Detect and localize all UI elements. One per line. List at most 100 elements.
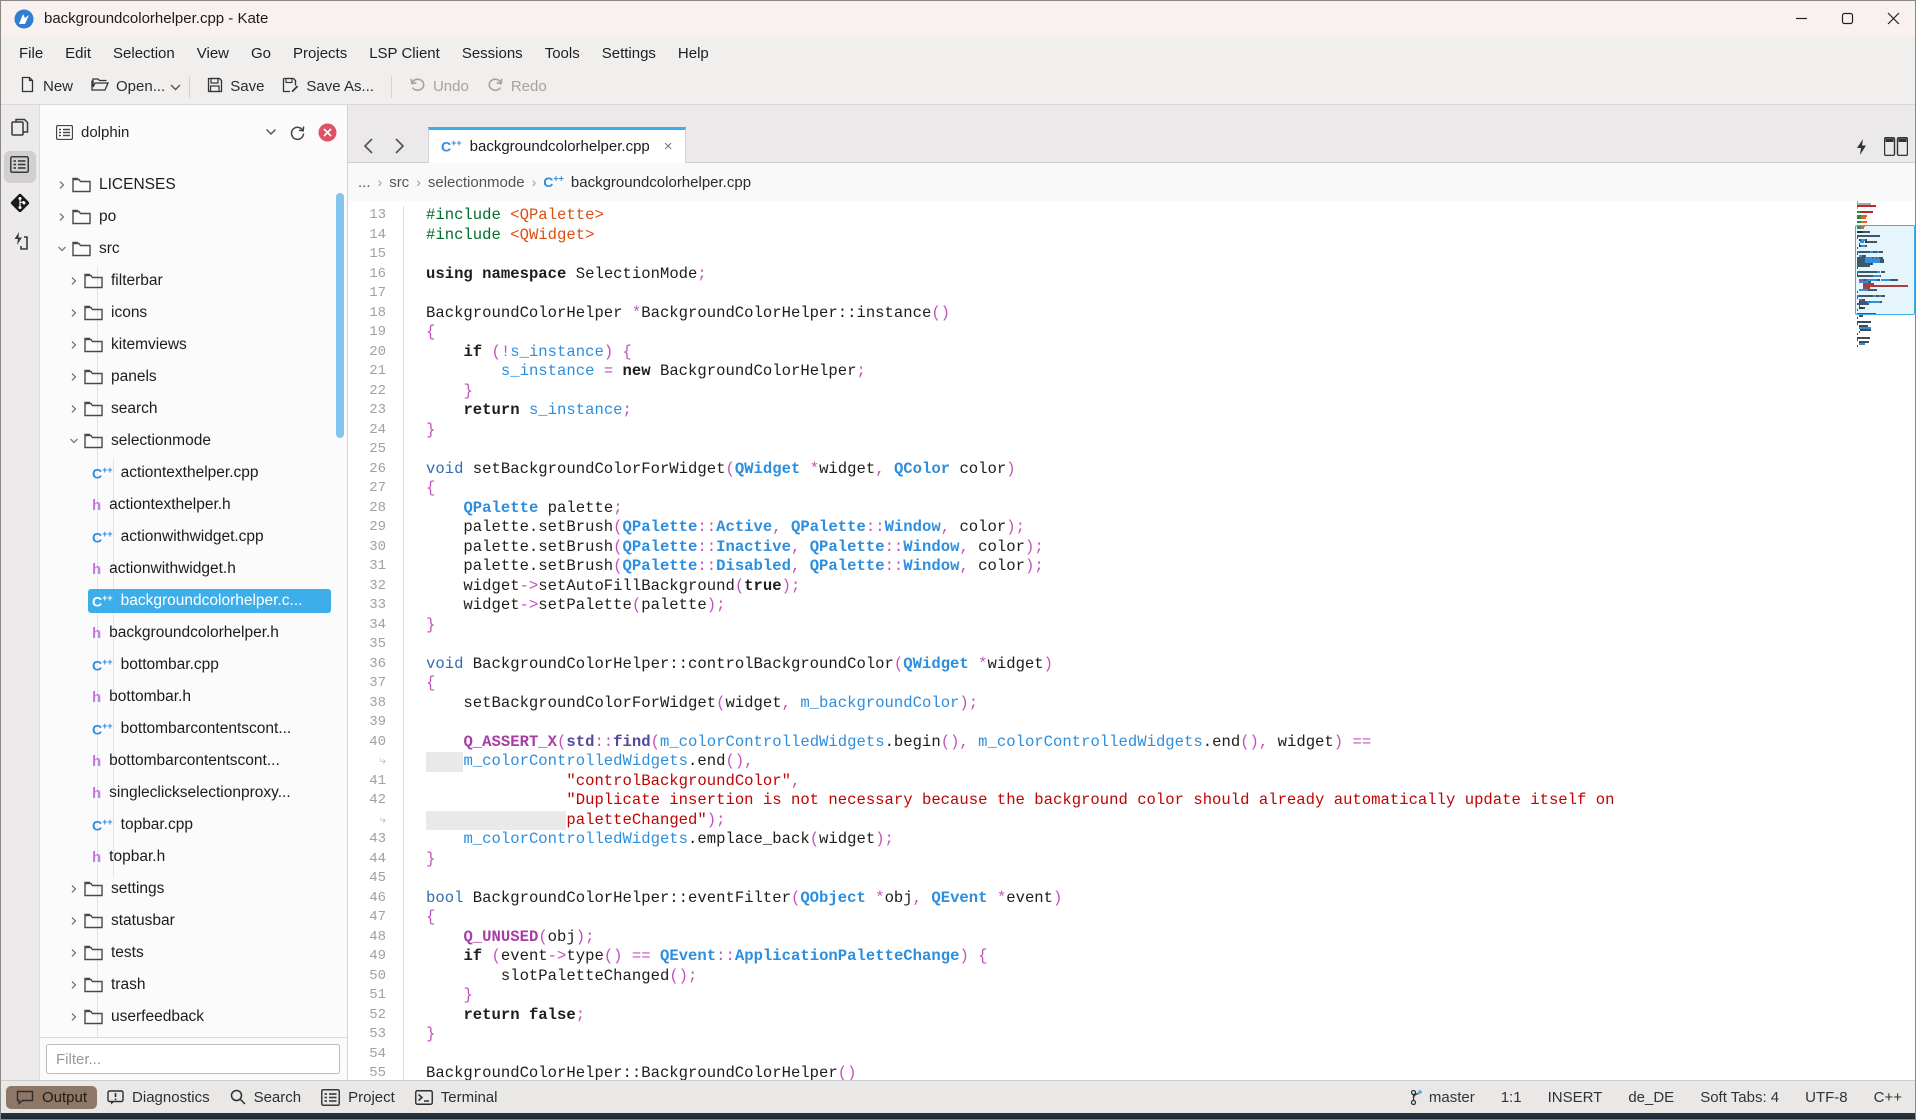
- close-button[interactable]: [1870, 0, 1916, 37]
- chevron-collapsed-icon[interactable]: [66, 980, 82, 990]
- menu-go[interactable]: Go: [240, 41, 282, 66]
- code-line[interactable]: 40 Q_ASSERT_X(std::find(m_colorControlle…: [348, 733, 1848, 753]
- breadcrumb-item[interactable]: src: [389, 174, 409, 191]
- code-line[interactable]: 38 setBackgroundColorForWidget(widget, m…: [348, 694, 1848, 714]
- menu-selection[interactable]: Selection: [102, 41, 186, 66]
- code-line[interactable]: 44}: [348, 850, 1848, 870]
- code-line[interactable]: ⤷m_colorControlledWidgets.end(),: [348, 752, 1848, 772]
- split-view-icon[interactable]: [1884, 137, 1908, 156]
- toolview-output-button[interactable]: Output: [6, 1086, 97, 1109]
- code-line[interactable]: 47{: [348, 908, 1848, 928]
- minimap-scrollbar[interactable]: [1857, 201, 1915, 347]
- code-line[interactable]: ⤷paletteChanged");: [348, 811, 1848, 831]
- code-line[interactable]: 54: [348, 1045, 1848, 1065]
- tree-item-actionwithwidget-h[interactable]: hactionwithwidget.h: [40, 553, 347, 585]
- dock-symbols-icon[interactable]: [4, 227, 36, 259]
- open-button[interactable]: Open...: [82, 72, 174, 101]
- code-line[interactable]: 23 return s_instance;: [348, 401, 1848, 421]
- nav-back-icon[interactable]: [356, 134, 384, 158]
- code-line[interactable]: 35: [348, 635, 1848, 655]
- close-panel-icon[interactable]: [318, 123, 337, 142]
- code-line[interactable]: 25: [348, 440, 1848, 460]
- menu-view[interactable]: View: [186, 41, 240, 66]
- tree-item-icons[interactable]: icons: [40, 297, 347, 329]
- code-line[interactable]: 39: [348, 713, 1848, 733]
- toolview-diagnostics-button[interactable]: Diagnostics: [97, 1086, 220, 1109]
- code-line[interactable]: 51 }: [348, 986, 1848, 1006]
- tree-item-actiontexthelper-cpp[interactable]: C++actiontexthelper.cpp: [40, 457, 347, 489]
- tree-item-actiontexthelper-h[interactable]: hactiontexthelper.h: [40, 489, 347, 521]
- code-line[interactable]: 27{: [348, 479, 1848, 499]
- menu-help[interactable]: Help: [667, 41, 720, 66]
- code-line[interactable]: 42 "Duplicate insertion is not necessary…: [348, 791, 1848, 811]
- dock-git-icon[interactable]: [4, 189, 36, 221]
- tree-item-settings[interactable]: settings: [40, 873, 347, 905]
- tree-item-bottombar-cpp[interactable]: C++bottombar.cpp: [40, 649, 347, 681]
- chevron-collapsed-icon[interactable]: [54, 212, 70, 222]
- tree-item-backgroundcolorhelper-c---[interactable]: C++backgroundcolorhelper.c...: [40, 585, 347, 617]
- code-line[interactable]: 14#include <QWidget>: [348, 226, 1848, 246]
- tree-item-bottombarcontentscont---[interactable]: hbottombarcontentscont...: [40, 745, 347, 777]
- menu-lsp-client[interactable]: LSP Client: [358, 41, 451, 66]
- tree-item-statusbar[interactable]: statusbar: [40, 905, 347, 937]
- tab-close-icon[interactable]: ×: [664, 138, 673, 155]
- tree-item-filterbar[interactable]: filterbar: [40, 265, 347, 297]
- filter-input[interactable]: [46, 1044, 340, 1074]
- tree-item-panels[interactable]: panels: [40, 361, 347, 393]
- chevron-collapsed-icon[interactable]: [54, 180, 70, 190]
- tree-item-backgroundcolorhelper-h[interactable]: hbackgroundcolorhelper.h: [40, 617, 347, 649]
- code-line[interactable]: 16using namespace SelectionMode;: [348, 265, 1848, 285]
- code-line[interactable]: 43 m_colorControlledWidgets.emplace_back…: [348, 830, 1848, 850]
- minimize-button[interactable]: [1778, 0, 1824, 37]
- toolview-search-button[interactable]: Search: [220, 1086, 312, 1109]
- status-master[interactable]: master: [1410, 1089, 1475, 1106]
- menu-tools[interactable]: Tools: [534, 41, 591, 66]
- menu-projects[interactable]: Projects: [282, 41, 358, 66]
- tab-backgroundcolorhelper[interactable]: C++ backgroundcolorhelper.cpp ×: [428, 127, 686, 163]
- tree-item-search[interactable]: search: [40, 393, 347, 425]
- code-line[interactable]: 20 if (!s_instance) {: [348, 343, 1848, 363]
- tree-scrollbar[interactable]: [336, 193, 344, 438]
- code-line[interactable]: 13#include <QPalette>: [348, 206, 1848, 226]
- code-line[interactable]: 41 "controlBackgroundColor",: [348, 772, 1848, 792]
- tree-item-kitemviews[interactable]: kitemviews: [40, 329, 347, 361]
- tree-item-src[interactable]: src: [40, 233, 347, 265]
- code-line[interactable]: 18BackgroundColorHelper *BackgroundColor…: [348, 304, 1848, 324]
- menu-file[interactable]: File: [8, 41, 54, 66]
- chevron-down-icon[interactable]: [170, 78, 181, 96]
- code-line[interactable]: 53}: [348, 1025, 1848, 1045]
- status-insert[interactable]: INSERT: [1548, 1089, 1603, 1106]
- code-line[interactable]: 32 widget->setAutoFillBackground(true);: [348, 577, 1848, 597]
- tree-item-singleclickselectionproxy---[interactable]: hsingleclickselectionproxy...: [40, 777, 347, 809]
- tree-item-userfeedback[interactable]: userfeedback: [40, 1001, 347, 1033]
- menu-edit[interactable]: Edit: [54, 41, 102, 66]
- chevron-expanded-icon[interactable]: [66, 436, 82, 446]
- code-line[interactable]: 55BackgroundColorHelper::BackgroundColor…: [348, 1064, 1848, 1080]
- code-line[interactable]: 22 }: [348, 382, 1848, 402]
- redo-button[interactable]: Redo: [478, 72, 556, 101]
- chevron-collapsed-icon[interactable]: [66, 340, 82, 350]
- code-line[interactable]: 29 palette.setBrush(QPalette::Active, QP…: [348, 518, 1848, 538]
- toolview-project-button[interactable]: Project: [311, 1086, 405, 1109]
- tree-item-trash[interactable]: trash: [40, 969, 347, 1001]
- tree-item-bottombar-h[interactable]: hbottombar.h: [40, 681, 347, 713]
- chevron-collapsed-icon[interactable]: [66, 404, 82, 414]
- save-as-button[interactable]: Save As...: [273, 72, 383, 102]
- tree-item-bottombarcontentscont---[interactable]: C++bottombarcontentscont...: [40, 713, 347, 745]
- nav-forward-icon[interactable]: [384, 134, 412, 158]
- chevron-expanded-icon[interactable]: [54, 244, 70, 254]
- menu-sessions[interactable]: Sessions: [451, 41, 534, 66]
- code-line[interactable]: 28 QPalette palette;: [348, 499, 1848, 519]
- chevron-collapsed-icon[interactable]: [66, 308, 82, 318]
- code-line[interactable]: 33 widget->setPalette(palette);: [348, 596, 1848, 616]
- status-c-[interactable]: C++: [1874, 1089, 1902, 1106]
- breadcrumb-item[interactable]: ...: [358, 174, 371, 191]
- code-line[interactable]: 48 Q_UNUSED(obj);: [348, 928, 1848, 948]
- code-line[interactable]: 50 slotPaletteChanged();: [348, 967, 1848, 987]
- tree-item-selectionmode[interactable]: selectionmode: [40, 425, 347, 457]
- save-button[interactable]: Save: [198, 72, 273, 102]
- maximize-button[interactable]: [1824, 0, 1870, 37]
- code-line[interactable]: 19{: [348, 323, 1848, 343]
- code-line[interactable]: 31 palette.setBrush(QPalette::Disabled, …: [348, 557, 1848, 577]
- code-line[interactable]: 49 if (event->type() == QEvent::Applicat…: [348, 947, 1848, 967]
